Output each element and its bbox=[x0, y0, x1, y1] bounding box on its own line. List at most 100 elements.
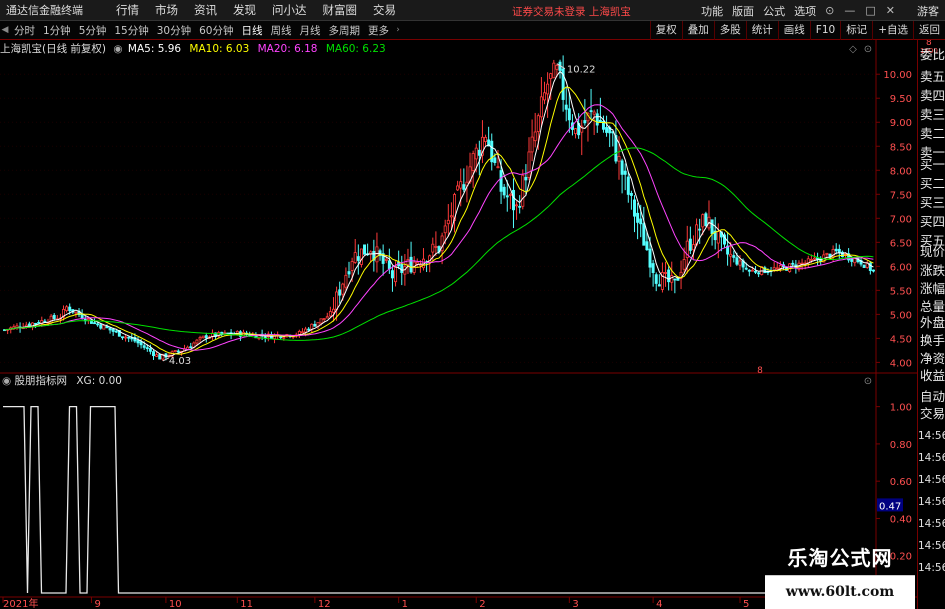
candle-body bbox=[543, 92, 546, 101]
tool-back[interactable]: 返回 bbox=[913, 21, 945, 40]
indicator-tick-label: 0.40 bbox=[890, 514, 912, 525]
candle-body bbox=[754, 270, 758, 273]
stock-name: 上海凯宝(日线 前复权) bbox=[0, 43, 107, 55]
candle-body bbox=[344, 274, 348, 288]
candle-body bbox=[701, 214, 705, 228]
label-ask5: 卖五 bbox=[920, 69, 945, 84]
watermark-title: 乐淘公式网 bbox=[787, 546, 893, 570]
label-bid-ratio: 委比 bbox=[920, 47, 945, 62]
candle-body bbox=[474, 147, 478, 160]
candle-body bbox=[139, 341, 143, 346]
ma20-value: MA20: 6.18 bbox=[257, 43, 318, 55]
date-tick-label: 10 bbox=[169, 599, 182, 609]
label-earnings: 收益 bbox=[920, 368, 945, 383]
settings-icon[interactable]: ◉ bbox=[113, 43, 122, 55]
label-bid1: 买一 bbox=[920, 157, 945, 172]
candle-body bbox=[400, 264, 404, 273]
tick-time-3: 14:56 bbox=[918, 474, 945, 486]
candle-body bbox=[850, 258, 854, 262]
candle-body bbox=[499, 170, 503, 192]
label-ask3: 卖三 bbox=[920, 107, 945, 122]
candle-body bbox=[176, 350, 180, 353]
main-legend: 上海凯宝(日线 前复权) ◉ MA5: 5.96 MA10: 6.03 MA20… bbox=[0, 41, 386, 56]
candle-body bbox=[328, 311, 332, 317]
candle-body bbox=[629, 193, 633, 196]
ma5-value: MA5: 5.96 bbox=[127, 43, 182, 55]
candle-body bbox=[651, 263, 655, 273]
price-tick-label: 9.50 bbox=[890, 94, 912, 105]
candle-body bbox=[620, 160, 624, 175]
tick-time-5: 14:56 bbox=[918, 518, 945, 530]
price-tick-label: 5.00 bbox=[890, 310, 912, 321]
candle-body bbox=[667, 269, 671, 283]
candle-body bbox=[732, 255, 736, 258]
candle-body bbox=[484, 136, 488, 142]
candle-body bbox=[471, 153, 475, 171]
date-tick-label: 9 bbox=[94, 599, 100, 609]
tick-time-6: 14:56 bbox=[918, 540, 945, 552]
candle-body bbox=[583, 120, 587, 124]
candle-body bbox=[710, 219, 714, 235]
candle-body bbox=[120, 336, 124, 339]
candle-body bbox=[319, 318, 323, 324]
ma20-line bbox=[4, 104, 874, 351]
price-tick-label: 8.50 bbox=[890, 142, 912, 153]
candle-body bbox=[37, 322, 41, 324]
label-bid2: 买二 bbox=[920, 176, 945, 191]
candle-body bbox=[642, 223, 646, 246]
label-bid3: 买三 bbox=[920, 195, 945, 210]
label-trade[interactable]: 交易 bbox=[920, 403, 945, 422]
candle-body bbox=[353, 252, 357, 263]
candle-body bbox=[657, 284, 661, 287]
candle-body bbox=[775, 267, 779, 270]
price-tick-label: 4.00 bbox=[890, 358, 912, 369]
candle-body bbox=[415, 261, 419, 265]
candle-body bbox=[704, 213, 708, 227]
guest-label[interactable]: 游客 bbox=[917, 3, 939, 19]
candle-body bbox=[778, 265, 782, 269]
candle-body bbox=[96, 323, 100, 326]
candle-body bbox=[564, 104, 568, 110]
ma60-value: MA60: 6.23 bbox=[325, 43, 386, 55]
candle-body bbox=[664, 272, 668, 274]
candle-body bbox=[111, 328, 115, 332]
ma5-line bbox=[4, 70, 874, 357]
candle-body bbox=[124, 336, 128, 339]
candle-body bbox=[462, 184, 466, 190]
indicator-zoom-icon: ⊙ bbox=[864, 376, 872, 387]
candle-body bbox=[502, 186, 506, 196]
candle-body bbox=[853, 258, 857, 264]
candle-body bbox=[549, 73, 553, 80]
candle-body bbox=[325, 316, 329, 319]
candle-body bbox=[189, 346, 193, 349]
candle-body bbox=[688, 238, 692, 251]
indicator-settings-icon[interactable]: ◉ bbox=[2, 375, 11, 387]
tick-time-4: 14:56 bbox=[918, 496, 945, 508]
candle-body bbox=[449, 215, 453, 218]
label-ask4: 卖四 bbox=[920, 88, 945, 103]
label-change-pct: 涨幅 bbox=[920, 281, 945, 296]
ma10-value: MA10: 6.03 bbox=[189, 43, 250, 55]
candle-body bbox=[477, 149, 481, 156]
candle-body bbox=[862, 264, 866, 268]
candle-body bbox=[148, 348, 152, 352]
candle-body bbox=[99, 324, 103, 329]
chart-option-icon: ◇ bbox=[849, 44, 857, 55]
candle-body bbox=[633, 199, 636, 217]
candle-body bbox=[527, 151, 531, 178]
kline-chart[interactable]: 4.00 4.50 5.00 5.50 6.00 6.50 7.00 7.50 8.00 8.50… bbox=[0, 0, 917, 609]
candle-body bbox=[592, 111, 596, 115]
candle-body bbox=[145, 347, 149, 350]
divider-marker: 8 bbox=[757, 366, 763, 376]
candle-body bbox=[74, 311, 78, 314]
candle-body bbox=[297, 331, 301, 335]
candle-body bbox=[282, 336, 286, 339]
price-tick-label: 8.00 bbox=[890, 166, 912, 177]
candle-body bbox=[813, 257, 816, 260]
candle-body bbox=[511, 189, 515, 211]
chart-zoom-icon: ⊙ bbox=[864, 44, 872, 55]
label-change: 涨跌 bbox=[920, 263, 945, 278]
candle-body bbox=[431, 243, 435, 253]
price-tick-label: 5.50 bbox=[890, 286, 912, 297]
tick-time-1: 14:56 bbox=[918, 430, 945, 442]
